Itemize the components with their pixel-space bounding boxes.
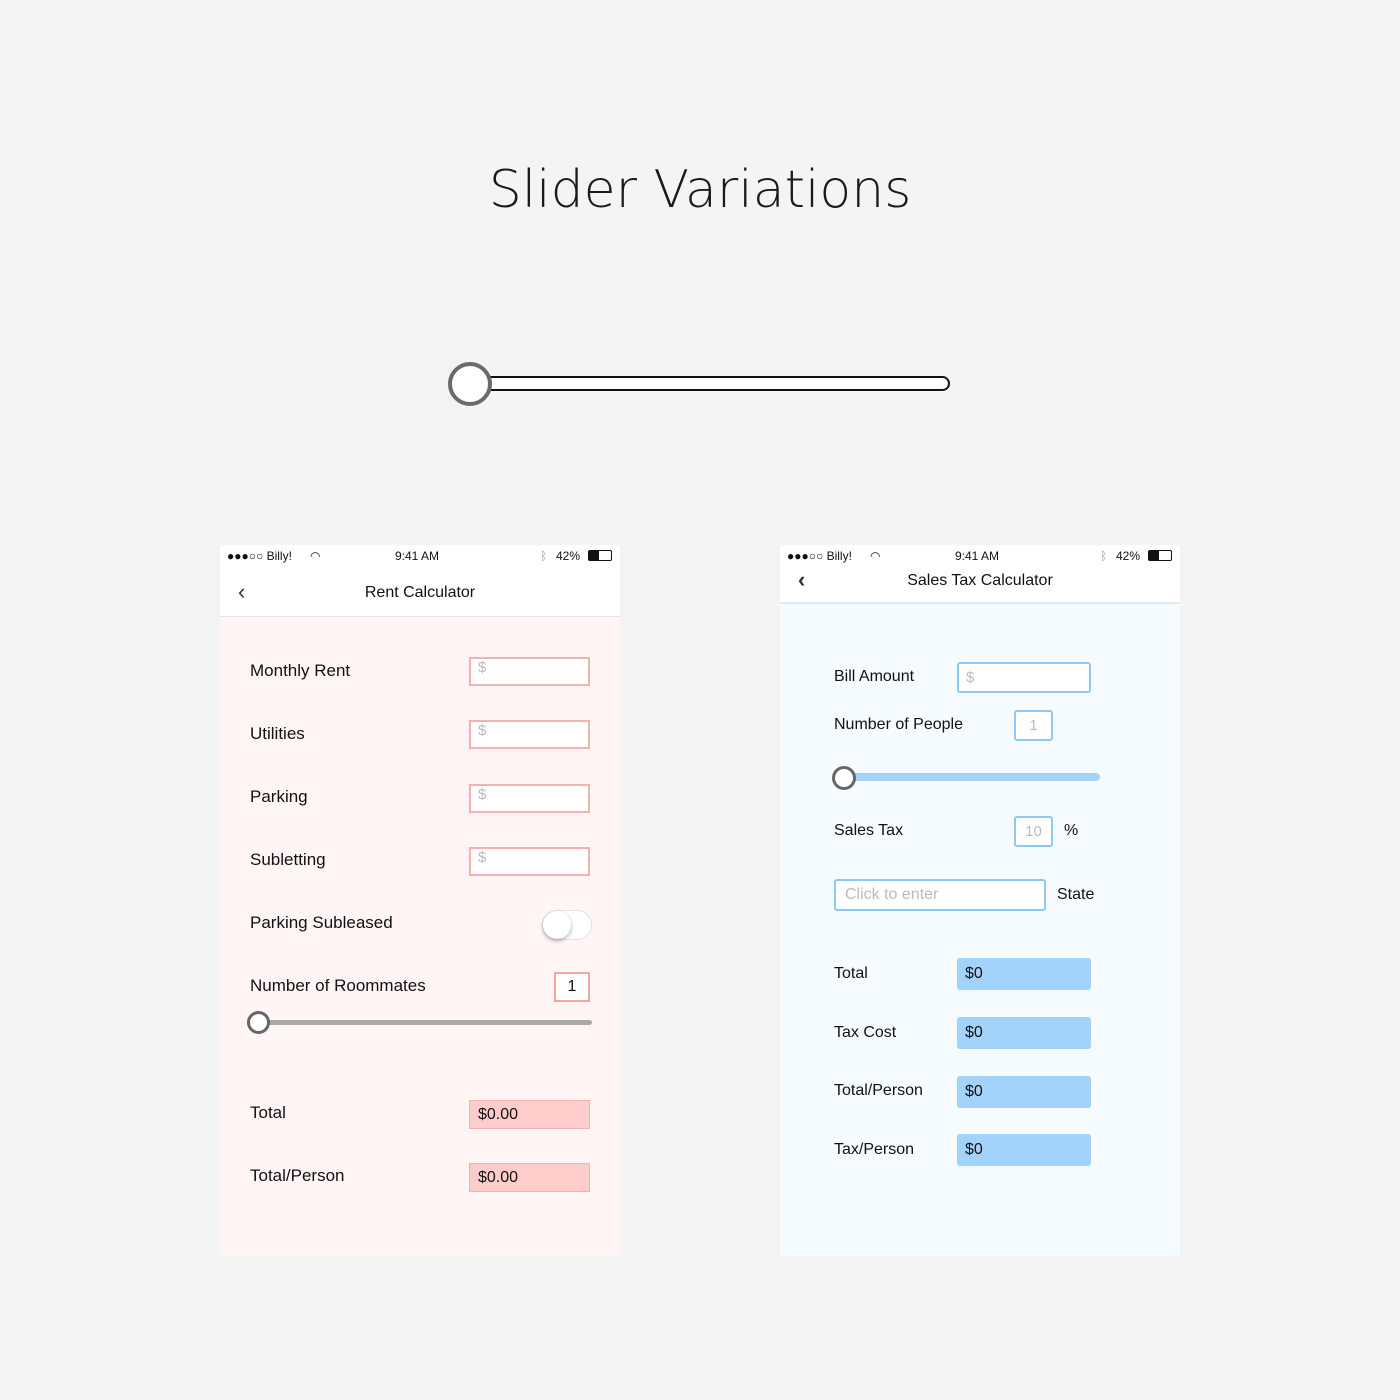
people-input[interactable]: 1: [1014, 710, 1053, 741]
slider-thumb[interactable]: [448, 362, 492, 406]
page-title: Slider Variations: [488, 160, 912, 220]
roommates-input[interactable]: 1: [554, 972, 590, 1002]
wifi-icon: ◠: [310, 549, 321, 563]
sales-tax-label: Sales Tax: [834, 822, 904, 839]
field-label: Monthly Rent: [250, 661, 351, 680]
status-bar: ●●●○○ Billy! ◠ 9:41 AM ᛒ 42%: [220, 545, 620, 567]
time: 9:41 AM: [955, 549, 1000, 563]
toggle-label: Parking Subleased: [250, 913, 393, 932]
roommates-slider-track[interactable]: [258, 1020, 592, 1025]
field-label: Parking: [250, 787, 308, 806]
roommates-label: Number of Roommates: [250, 976, 426, 995]
people-label: Number of People: [834, 716, 963, 733]
status-bar: ●●●○○ Billy! ◠ 9:41 AM ᛒ 42%: [780, 545, 1180, 567]
slider-track[interactable]: [470, 376, 950, 391]
state-input[interactable]: Click to enter: [834, 879, 1046, 911]
screen-title: Rent Calculator: [364, 584, 476, 601]
field-label: Utilities: [250, 724, 305, 743]
parking-subleased-toggle[interactable]: [542, 910, 592, 940]
sales-tax-input[interactable]: 10: [1014, 816, 1053, 847]
bill-label: Bill Amount: [834, 668, 915, 685]
battery-icon: [588, 550, 612, 561]
subletting-input[interactable]: $: [469, 847, 590, 876]
rent-calculator-screen: ●●●○○ Billy! ◠ 9:41 AM ᛒ 42% ‹ Rent Calc…: [220, 545, 620, 1256]
battery-icon: [1148, 550, 1172, 561]
output-label: Tax/Person: [834, 1141, 915, 1158]
battery-percent: 42%: [556, 549, 581, 563]
total-person-value: $0.00: [469, 1163, 590, 1192]
roommates-slider-thumb[interactable]: [247, 1011, 270, 1034]
battery-percent: 42%: [1116, 549, 1141, 563]
tax-person-value: $0: [957, 1134, 1091, 1166]
monthly-rent-input[interactable]: $: [469, 657, 590, 686]
bill-amount-input[interactable]: $: [957, 662, 1091, 693]
carrier: ●●●○○ Billy!: [227, 549, 292, 563]
bluetooth-icon: ᛒ: [540, 549, 548, 563]
percent-label: %: [1064, 822, 1079, 839]
screen-title: Sales Tax Calculator: [907, 572, 1053, 589]
total-value: $0.00: [469, 1100, 590, 1129]
wifi-icon: ◠: [870, 549, 881, 563]
carrier: ●●●○○ Billy!: [787, 549, 852, 563]
sales-tax-calculator-screen: ●●●○○ Billy! ◠ 9:41 AM ᛒ 42% ‹ Sales Tax…: [780, 545, 1180, 1256]
utilities-input[interactable]: $: [469, 720, 590, 749]
output-label: Total/Person: [834, 1082, 923, 1099]
output-label: Tax Cost: [834, 1024, 897, 1041]
total-person-value: $0: [957, 1076, 1091, 1108]
bluetooth-icon: ᛒ: [1100, 549, 1108, 563]
time: 9:41 AM: [395, 549, 440, 563]
nav-bar: ‹ Sales Tax Calculator: [780, 567, 1180, 604]
tax-cost-value: $0: [957, 1017, 1091, 1049]
total-label: Total: [250, 1103, 286, 1122]
parking-input[interactable]: $: [469, 784, 590, 813]
toggle-knob: [543, 911, 571, 939]
state-label: State: [1057, 886, 1095, 903]
total-value: $0: [957, 958, 1091, 990]
total-person-label: Total/Person: [250, 1166, 345, 1185]
nav-bar: ‹ Rent Calculator: [220, 567, 620, 617]
field-label: Subletting: [250, 850, 326, 869]
output-label: Total: [834, 965, 868, 982]
people-slider-track[interactable]: [842, 773, 1100, 781]
people-slider-thumb[interactable]: [832, 766, 856, 790]
